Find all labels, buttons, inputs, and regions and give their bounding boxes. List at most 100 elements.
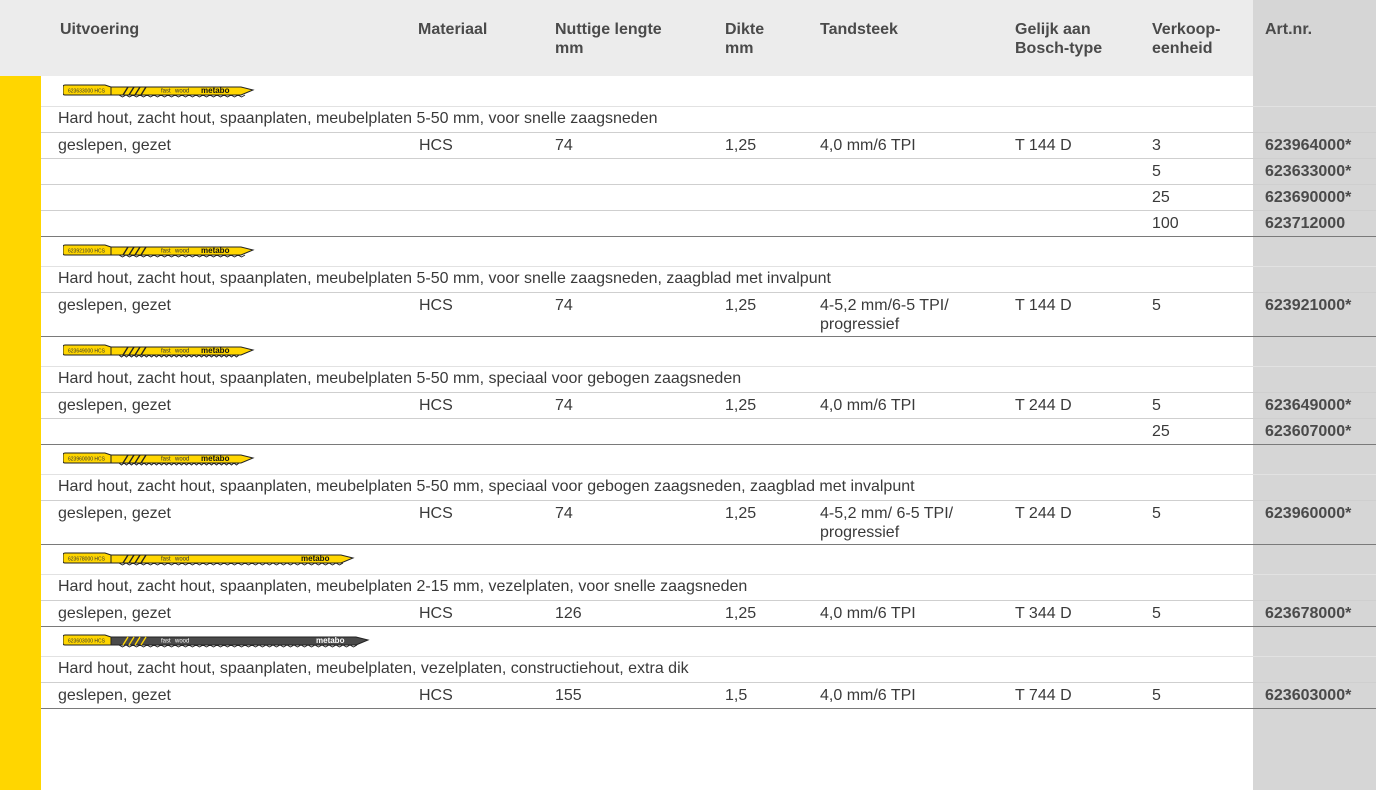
blade-code-label: 623921000 HCS [68,249,106,255]
cell-verkoop: 100 [1152,215,1179,232]
blade-brand-logo: metabo [201,346,230,355]
cell-lengte: 155 [555,687,582,704]
blade-code-label: 623633000 HCS [68,89,106,95]
cell-dikte: 1,25 [725,605,757,622]
cell-lengte: 126 [555,605,582,622]
cell-bosch: T 344 D [1015,605,1072,622]
cell-bosch: T 144 D [1015,137,1072,154]
table-row: geslepen, gezet HCS 74 1,25 4-5,2 mm/ 6-5 TP… [41,500,1376,545]
blade-brand-logo: metabo [201,454,230,463]
cell-materiaal: HCS [419,397,453,414]
cell-artnr: 623607000* [1265,423,1352,440]
blade-code-label: 623678000 HCS [68,557,106,563]
cell-artnr: 623633000* [1265,163,1352,180]
cell-verkoop: 5 [1152,297,1161,314]
cell-verkoop: 25 [1152,423,1170,440]
cell-verkoop: 25 [1152,189,1170,206]
table-row: 25 623607000* [41,418,1376,445]
cell-lengte: 74 [555,397,573,414]
group-description-row: Hard hout, zacht hout, spaanplaten, meub… [41,266,1376,293]
table-row: geslepen, gezet HCS 126 1,25 4,0 mm/6 TPI T 3… [41,600,1376,627]
cell-bosch: T 244 D [1015,505,1072,522]
blade-fast-label: fast [161,249,171,255]
cell-verkoop: 3 [1152,137,1161,154]
blade-code-label: 623603000 HCS [68,639,106,645]
blade-fast-label: fast [161,89,171,95]
group-description-row: Hard hout, zacht hout, spaanplaten, meub… [41,656,1376,683]
cell-dikte: 1,25 [725,137,757,154]
cell-dikte: 1,25 [725,297,757,314]
cell-verkoop: 5 [1152,397,1161,414]
cell-dikte: 1,5 [725,687,748,704]
saw-blade-icon: 623678000 HCS fast wood metabo [63,552,355,566]
blade-wood-label: wood [174,249,189,255]
cell-materiaal: HCS [419,505,453,522]
blade-image-row: 623960000 HCS fast wood metabo [41,444,1376,475]
group-description: Hard hout, zacht hout, spaanplaten, meub… [58,478,915,495]
header-nuttige-lengte: Nuttige lengte mm [555,21,662,57]
yellow-accent-strip [0,76,41,790]
blade-fast-label: fast [161,639,171,645]
blade-image-row: 623678000 HCS fast wood metabo [41,544,1376,575]
cell-uitvoering: geslepen, gezet [58,505,171,522]
cell-lengte: 74 [555,297,573,314]
cell-materiaal: HCS [419,137,453,154]
cell-tandsteek: 4,0 mm/6 TPI [820,687,916,704]
cell-uitvoering: geslepen, gezet [58,137,171,154]
saw-blade-icon: 623649000 HCS fast wood metabo [63,344,255,358]
cell-dikte: 1,25 [725,505,757,522]
cell-bosch: T 744 D [1015,687,1072,704]
cell-verkoop: 5 [1152,505,1161,522]
cell-uitvoering: geslepen, gezet [58,605,171,622]
blade-wood-label: wood [174,639,189,645]
header-dikte: Dikte mm [725,21,765,57]
group-description: Hard hout, zacht hout, spaanplaten, meub… [58,370,742,387]
cell-tandsteek: 4,0 mm/6 TPI [820,605,916,622]
table-header: Uitvoering Materiaal Nuttige lengte mm D… [0,0,1376,76]
cell-bosch: T 144 D [1015,297,1072,314]
blade-image-row: 623921000 HCS fast wood metabo [41,236,1376,267]
blade-image-row: 623633000 HCS fast wood metabo [41,76,1376,107]
blade-brand-logo: metabo [201,86,230,95]
cell-materiaal: HCS [419,297,453,314]
cell-materiaal: HCS [419,605,453,622]
table-row: 5 623633000* [41,158,1376,185]
cell-artnr: 623964000* [1265,137,1352,154]
saw-blade-icon: 623921000 HCS fast wood metabo [63,244,255,258]
header-bosch-type: Gelijk aan Bosch-type [1015,21,1103,57]
cell-uitvoering: geslepen, gezet [58,397,171,414]
cell-uitvoering: geslepen, gezet [58,297,171,314]
cell-bosch: T 244 D [1015,397,1072,414]
group-description: Hard hout, zacht hout, spaanplaten, meub… [58,270,831,287]
cell-artnr: 623921000* [1265,297,1352,314]
group-description: Hard hout, zacht hout, spaanplaten, meub… [58,110,658,127]
cell-artnr: 623690000* [1265,189,1352,206]
header-uitvoering: Uitvoering [60,21,140,38]
cell-artnr: 623678000* [1265,605,1352,622]
cell-lengte: 74 [555,137,573,154]
group-description-row: Hard hout, zacht hout, spaanplaten, meub… [41,366,1376,393]
blade-fast-label: fast [161,349,171,355]
blade-fast-label: fast [161,457,171,463]
table-row: geslepen, gezet HCS 74 1,25 4-5,2 mm/6-5 TPI… [41,292,1376,337]
saw-blade-icon: 623960000 HCS fast wood metabo [63,452,255,466]
header-tandsteek: Tandsteek [820,21,898,38]
blade-image-row: 623603000 HCS fast wood metabo [41,626,1376,657]
group-description: Hard hout, zacht hout, spaanplaten, meub… [58,660,689,677]
blade-teeth [118,562,344,566]
cell-tandsteek: 4,0 mm/6 TPI [820,137,916,154]
blade-code-label: 623960000 HCS [68,457,106,463]
cell-verkoop: 5 [1152,605,1161,622]
header-materiaal: Materiaal [418,21,488,38]
blade-wood-label: wood [174,457,189,463]
cell-verkoop: 5 [1152,163,1161,180]
table-row: 100 623712000 [41,210,1376,237]
blade-wood-label: wood [174,557,189,563]
cell-tandsteek: 4-5,2 mm/ 6-5 TPI/ progressief [820,505,954,541]
group-description: Hard hout, zacht hout, spaanplaten, meub… [58,578,748,595]
blade-teeth [118,644,358,648]
table-row: geslepen, gezet HCS 74 1,25 4,0 mm/6 TPI T 24… [41,392,1376,419]
header-artnr: Art.nr. [1265,21,1313,38]
cell-verkoop: 5 [1152,687,1161,704]
cell-artnr: 623603000* [1265,687,1352,704]
